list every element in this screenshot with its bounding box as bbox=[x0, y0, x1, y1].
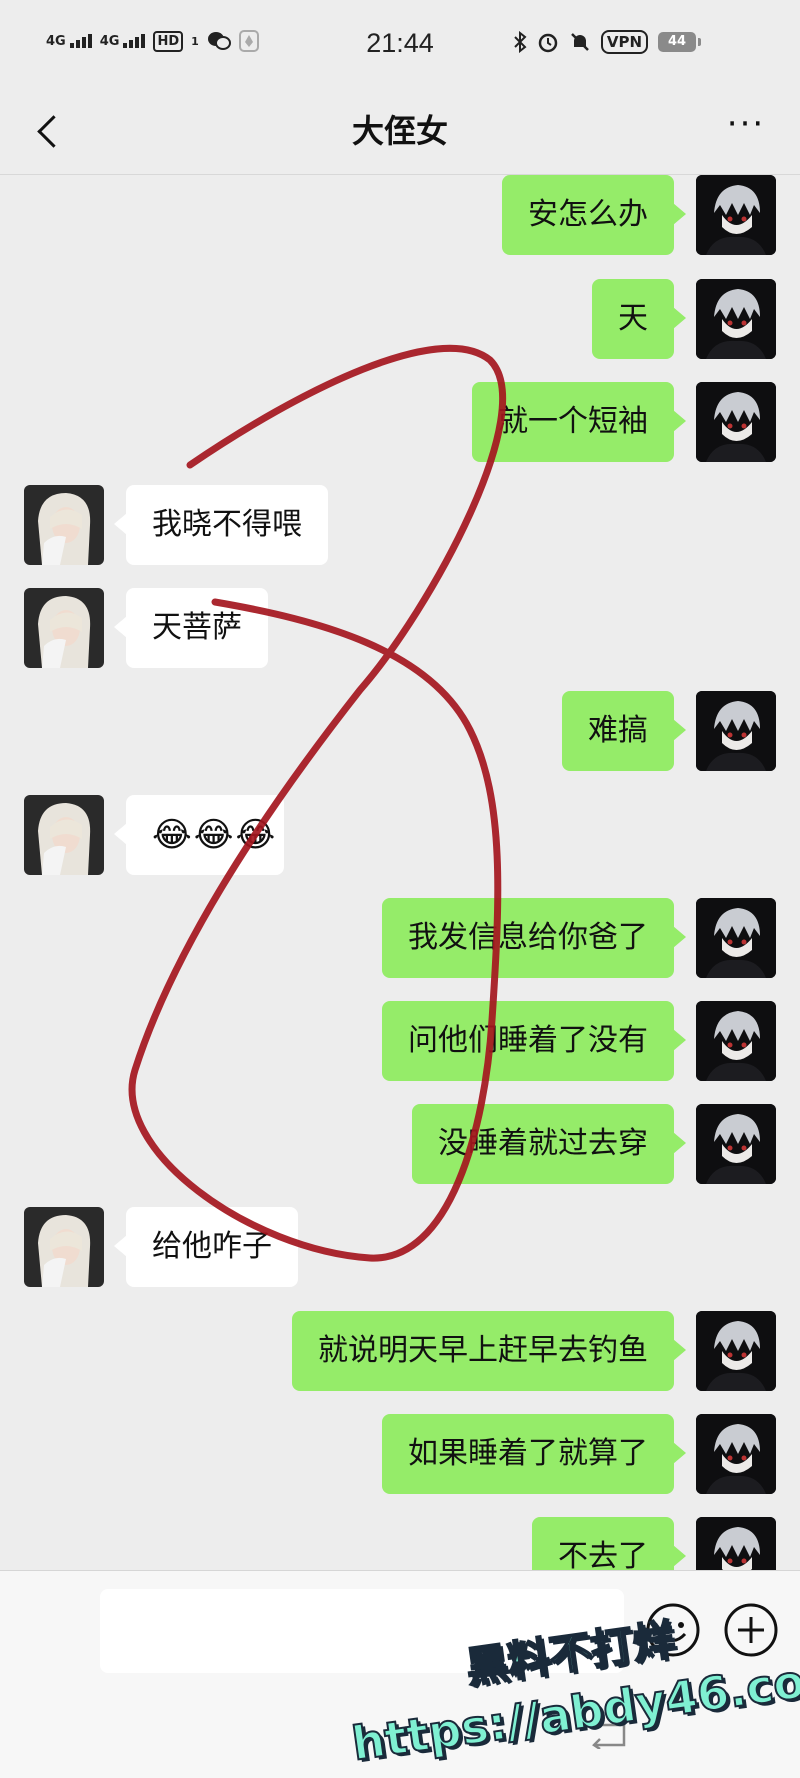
status-bar: 4G 4G HD 1 21:44 VPN 44 bbox=[0, 0, 800, 92]
my-avatar[interactable] bbox=[696, 691, 776, 771]
sent-message-bubble[interactable]: 问他们睡着了没有 bbox=[382, 1001, 686, 1081]
message-row: 难搞 bbox=[0, 691, 800, 771]
contact-avatar[interactable] bbox=[24, 588, 104, 668]
chat-header: 大侄女 ··· bbox=[0, 92, 800, 174]
message-row: 问他们睡着了没有 bbox=[0, 1001, 800, 1081]
my-avatar[interactable] bbox=[696, 898, 776, 978]
gesture-back-icon[interactable] bbox=[590, 1719, 630, 1749]
received-message-bubble[interactable]: 给他咋子 bbox=[114, 1207, 298, 1287]
more-options-button[interactable]: ··· bbox=[720, 107, 772, 150]
more-functions-button[interactable] bbox=[722, 1601, 780, 1659]
my-avatar[interactable] bbox=[696, 175, 776, 255]
message-row: 安怎么办 bbox=[0, 175, 800, 255]
mute-bell-icon bbox=[570, 33, 589, 51]
received-message-bubble[interactable]: 天菩萨 bbox=[114, 588, 268, 668]
message-list[interactable]: 安怎么办天就一个短袖我晓不得喂天菩萨难搞 😂😂😂 我发信息给你爸了 问他们睡着了没有没… bbox=[0, 175, 800, 1570]
sent-message-bubble[interactable]: 难搞 bbox=[562, 691, 686, 771]
chat-title: 大侄女 bbox=[351, 112, 448, 150]
message-row: 不去了 bbox=[0, 1517, 800, 1570]
my-avatar[interactable] bbox=[696, 1414, 776, 1494]
sent-message-bubble[interactable]: 我发信息给你爸了 bbox=[382, 898, 686, 978]
message-row: 我发信息给你爸了 bbox=[0, 898, 800, 978]
vpn-badge: VPN bbox=[600, 30, 648, 54]
message-row: 😂😂😂 bbox=[0, 795, 800, 875]
alarm-icon bbox=[538, 33, 558, 53]
my-avatar[interactable] bbox=[696, 1517, 776, 1570]
message-row: 给他咋子 bbox=[0, 1207, 800, 1287]
sent-message-bubble[interactable]: 如果睡着了就算了 bbox=[382, 1414, 686, 1494]
contact-avatar[interactable] bbox=[24, 795, 104, 875]
received-message-bubble[interactable]: 我晓不得喂 bbox=[114, 485, 328, 565]
battery-icon: 44 bbox=[658, 32, 701, 52]
message-row: 就一个短袖 bbox=[0, 382, 800, 462]
bluetooth-icon bbox=[514, 31, 527, 53]
message-row: 天菩萨 bbox=[0, 588, 800, 668]
message-row: 没睡着就过去穿 bbox=[0, 1104, 800, 1184]
sent-message-bubble[interactable]: 就一个短袖 bbox=[472, 382, 686, 462]
received-message-bubble[interactable]: 😂😂😂 bbox=[114, 795, 284, 875]
message-row: 就说明天早上赶早去钓鱼 bbox=[0, 1311, 800, 1391]
battery-level: 44 bbox=[658, 32, 696, 52]
sent-message-bubble[interactable]: 天 bbox=[592, 279, 686, 359]
plus-circle-icon bbox=[724, 1603, 778, 1657]
my-avatar[interactable] bbox=[696, 1311, 776, 1391]
contact-avatar[interactable] bbox=[24, 1207, 104, 1287]
sent-message-bubble[interactable]: 没睡着就过去穿 bbox=[412, 1104, 686, 1184]
input-bar bbox=[0, 1570, 800, 1778]
message-row: 我晓不得喂 bbox=[0, 485, 800, 565]
message-input[interactable] bbox=[100, 1589, 624, 1673]
sent-message-bubble[interactable]: 不去了 bbox=[532, 1517, 686, 1570]
my-avatar[interactable] bbox=[696, 1001, 776, 1081]
sent-message-bubble[interactable]: 就说明天早上赶早去钓鱼 bbox=[292, 1311, 686, 1391]
my-avatar[interactable] bbox=[696, 382, 776, 462]
my-avatar[interactable] bbox=[696, 1104, 776, 1184]
message-row: 天 bbox=[0, 279, 800, 359]
my-avatar[interactable] bbox=[696, 279, 776, 359]
smiley-face-icon bbox=[646, 1603, 700, 1657]
message-row: 如果睡着了就算了 bbox=[0, 1414, 800, 1494]
status-right-icons: VPN 44 bbox=[513, 30, 701, 54]
emoji-button[interactable] bbox=[644, 1601, 702, 1659]
sent-message-bubble[interactable]: 安怎么办 bbox=[502, 175, 686, 255]
contact-avatar[interactable] bbox=[24, 485, 104, 565]
